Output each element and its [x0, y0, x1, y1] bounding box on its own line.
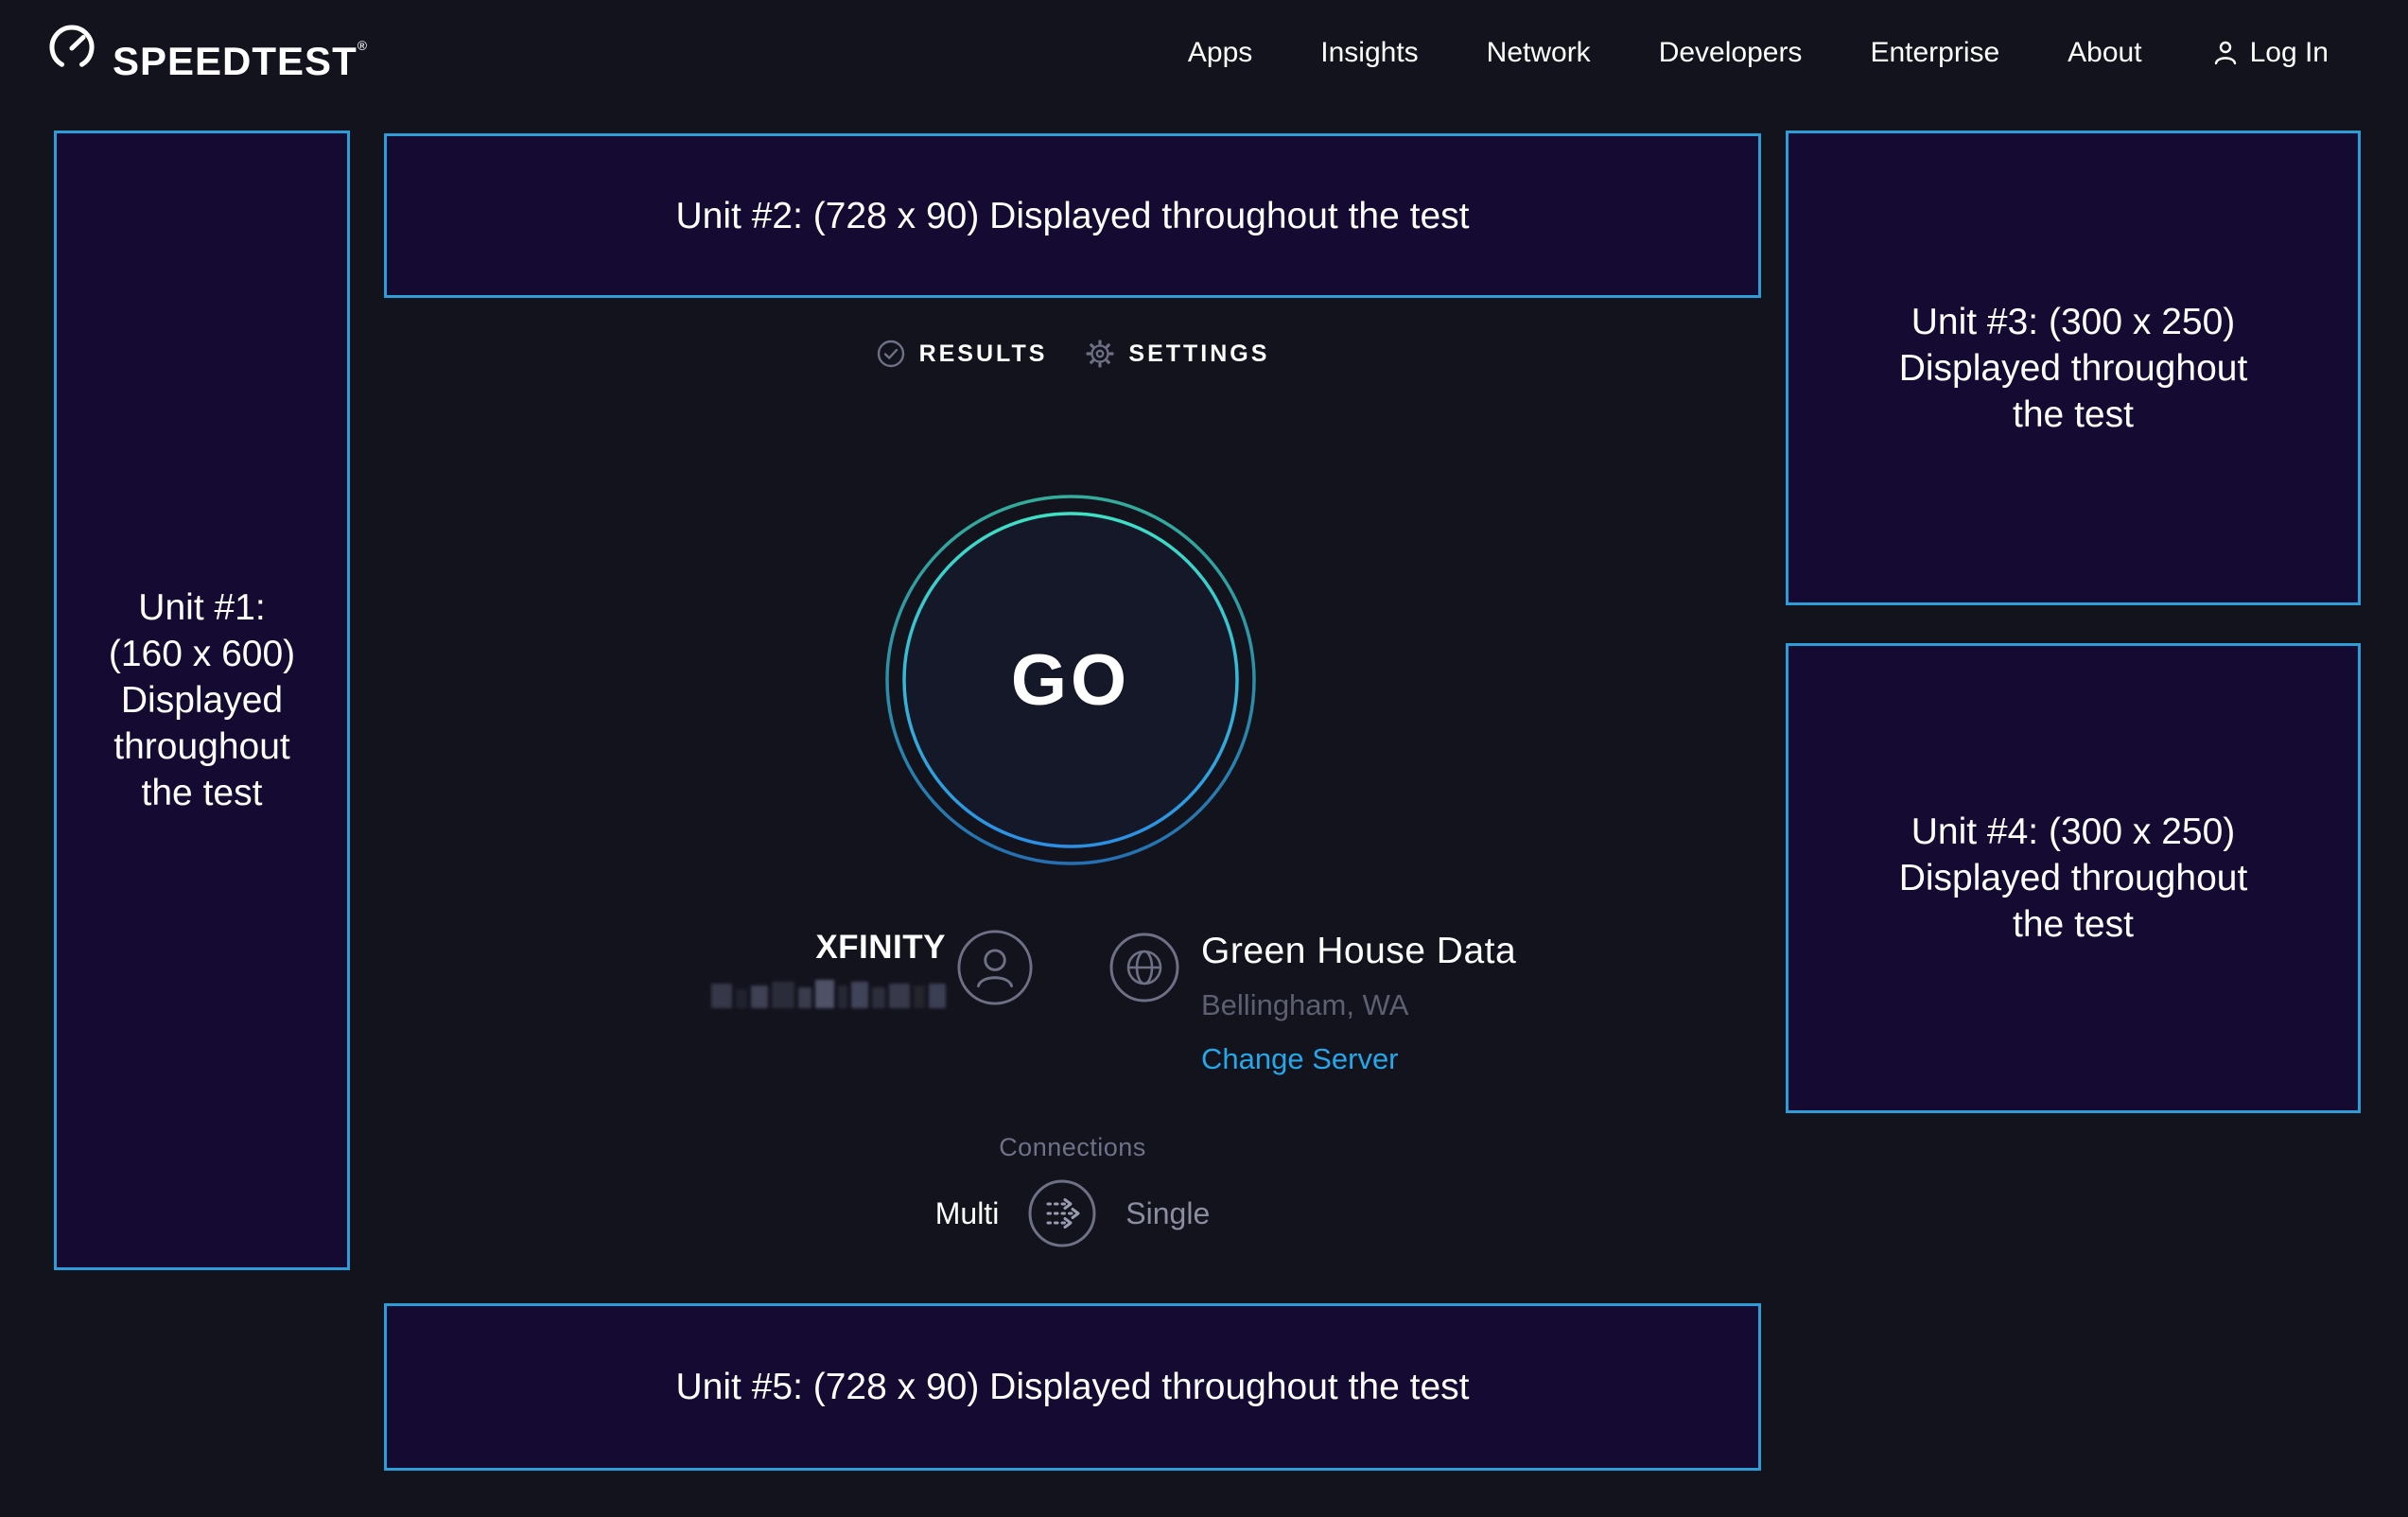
check-circle-icon — [876, 339, 906, 369]
server-badge — [1108, 932, 1180, 1003]
ad-unit-5: Unit #5: (728 x 90) Displayed throughout… — [384, 1303, 1761, 1471]
speedtest-logo[interactable]: SPEEDTEST® — [46, 20, 368, 87]
nav-item-network[interactable]: Network — [1487, 37, 1591, 69]
connections-multi-option[interactable]: Multi — [935, 1196, 1000, 1231]
ad-text-line: the test — [2013, 901, 2134, 948]
ad-text-line: Unit #1: — [138, 584, 265, 631]
ad-unit-1: Unit #1: (160 x 600) Displayed throughou… — [54, 131, 350, 1270]
nav-item-enterprise[interactable]: Enterprise — [1870, 37, 1999, 69]
ad-unit-3: Unit #3: (300 x 250) Displayed throughou… — [1786, 131, 2361, 605]
connections-label: Connections — [384, 1133, 1761, 1162]
connections-single-option[interactable]: Single — [1125, 1196, 1210, 1231]
speedometer-icon — [46, 22, 97, 73]
main-nav: Apps Insights Network Developers Enterpr… — [1188, 37, 2329, 69]
ad-text-line: Displayed throughout — [1899, 855, 2248, 901]
nav-item-insights[interactable]: Insights — [1320, 37, 1418, 69]
view-tabs: RESULTS SETTINGS — [384, 339, 1761, 369]
server-name: Green House Data — [1201, 931, 1516, 972]
tab-settings[interactable]: SETTINGS — [1085, 339, 1269, 369]
redacted-ip — [711, 980, 946, 1008]
ad-text-line: Displayed — [121, 677, 283, 724]
ad-text-line: Unit #3: (300 x 250) — [1911, 299, 2236, 345]
server-location: Bellingham, WA — [1201, 988, 1516, 1022]
ad-unit-2: Unit #2: (728 x 90) Displayed throughout… — [384, 133, 1761, 298]
ad-text-line: the test — [142, 770, 263, 816]
go-label: GO — [872, 481, 1269, 879]
isp-name: XFINITY — [662, 929, 946, 967]
trademark-mark: ® — [358, 38, 368, 53]
multi-connection-icon[interactable] — [1027, 1178, 1097, 1248]
login-label: Log In — [2250, 37, 2329, 69]
isp-info: XFINITY — [662, 929, 946, 1013]
ad-text-line: Unit #4: (300 x 250) — [1911, 809, 2236, 855]
nav-item-about[interactable]: About — [2068, 37, 2141, 69]
gear-icon — [1085, 339, 1115, 369]
go-button[interactable]: GO — [872, 481, 1269, 879]
results-label: RESULTS — [919, 340, 1048, 368]
logo-wordmark: SPEEDTEST® — [113, 20, 368, 87]
change-server-link[interactable]: Change Server — [1201, 1042, 1516, 1076]
login-button[interactable]: Log In — [2210, 37, 2329, 69]
isp-avatar — [956, 929, 1034, 1006]
connections-toggle-row: Multi Single — [384, 1178, 1761, 1248]
speedtest-page: SPEEDTEST® Apps Insights Network Develop… — [0, 0, 2408, 1517]
ad-text-line: Unit #2: (728 x 90) Displayed throughout… — [676, 193, 1470, 239]
tab-results[interactable]: RESULTS — [876, 339, 1048, 369]
ad-text-line: throughout — [113, 724, 290, 770]
nav-item-developers[interactable]: Developers — [1659, 37, 1803, 69]
top-nav-bar: SPEEDTEST® Apps Insights Network Develop… — [0, 0, 2408, 106]
globe-icon — [1108, 932, 1180, 1003]
settings-label: SETTINGS — [1128, 340, 1269, 368]
nav-item-apps[interactable]: Apps — [1188, 37, 1252, 69]
server-info: Green House Data Bellingham, WA Change S… — [1201, 931, 1516, 1076]
ad-text-line: Displayed throughout — [1899, 345, 2248, 392]
ad-text-line: (160 x 600) — [109, 631, 295, 677]
user-circle-icon — [956, 929, 1034, 1006]
person-icon — [2210, 38, 2241, 68]
ad-text-line: Unit #5: (728 x 90) Displayed throughout… — [676, 1364, 1470, 1410]
ad-text-line: the test — [2013, 392, 2134, 438]
ad-unit-4: Unit #4: (300 x 250) Displayed throughou… — [1786, 643, 2361, 1113]
